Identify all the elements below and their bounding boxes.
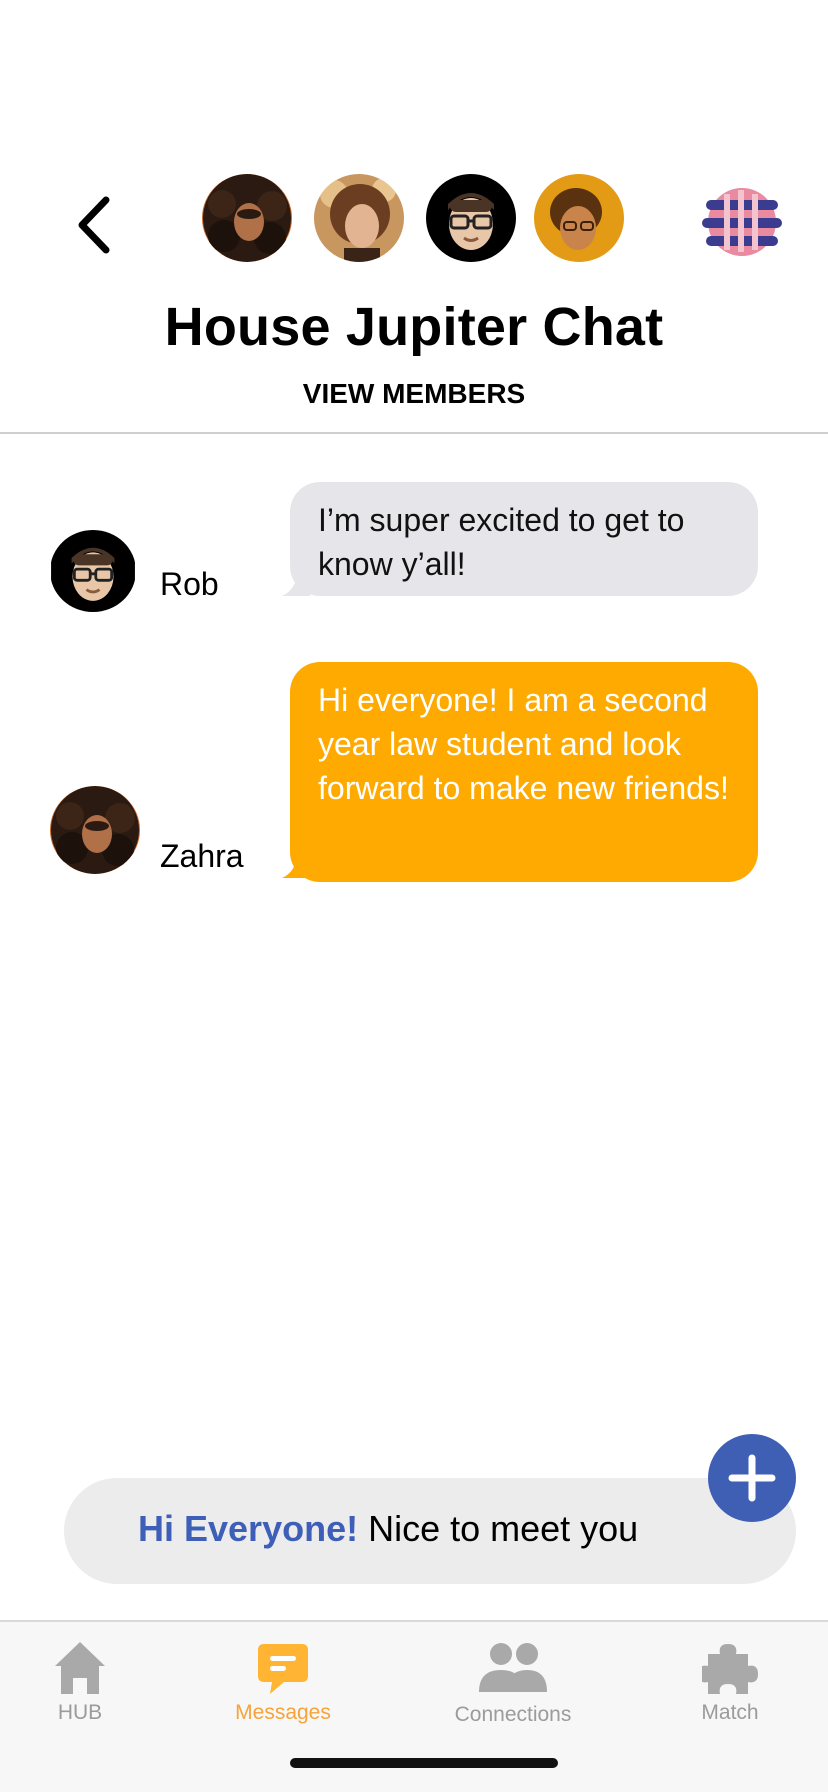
composer-input[interactable]: Hi Everyone! Nice to meet you: [138, 1508, 638, 1550]
sender-name: Rob: [160, 566, 219, 602]
member-avatar-icon: [534, 174, 624, 262]
home-icon: [55, 1642, 105, 1694]
zahra-avatar: [202, 174, 292, 262]
tab-messages[interactable]: Messages: [228, 1640, 338, 1725]
chat-bubble-icon: [258, 1644, 308, 1694]
tab-label: Connections: [454, 1703, 572, 1726]
member-avatar-rob[interactable]: [426, 174, 516, 262]
tab-connections[interactable]: Connections: [448, 1640, 578, 1727]
home-indicator: [290, 1758, 558, 1768]
house-jupiter-logo: [702, 188, 782, 256]
tab-label: Messages: [235, 1701, 331, 1724]
message-bubble[interactable]: I’m super excited to get to know y’all!: [290, 482, 758, 596]
message-avatar-zahra[interactable]: [50, 786, 140, 874]
people-icon: [479, 1643, 547, 1692]
header-divider: [0, 432, 828, 434]
message-bubble[interactable]: Hi everyone! I am a second year law stud…: [290, 662, 758, 882]
plus-icon: [728, 1454, 776, 1502]
composer-highlight: Hi Everyone!: [138, 1508, 359, 1549]
sender-name: Zahra: [160, 838, 244, 874]
tab-hub[interactable]: HUB: [40, 1640, 120, 1725]
tab-match[interactable]: Match: [690, 1640, 770, 1725]
zahra-avatar: [50, 786, 140, 874]
page-title: House Jupiter Chat: [164, 297, 664, 357]
composer-text: Nice to meet you: [358, 1508, 639, 1549]
puzzle-icon: [698, 1644, 758, 1694]
member-avatar-icon: [314, 174, 404, 262]
member-avatar-4[interactable]: [534, 174, 624, 262]
tab-label: HUB: [57, 1701, 103, 1724]
chevron-left-icon: [78, 196, 110, 254]
group-logo[interactable]: [700, 180, 784, 264]
message-avatar-rob[interactable]: [50, 530, 136, 612]
member-avatar-zahra[interactable]: [202, 174, 292, 262]
back-button[interactable]: [66, 190, 126, 260]
view-members-link[interactable]: VIEW MEMBERS: [0, 378, 828, 410]
tab-label: Match: [701, 1701, 759, 1724]
rob-avatar: [51, 530, 135, 612]
add-button[interactable]: [708, 1434, 796, 1522]
rob-avatar: [426, 174, 516, 262]
member-avatar-2[interactable]: [314, 174, 404, 262]
